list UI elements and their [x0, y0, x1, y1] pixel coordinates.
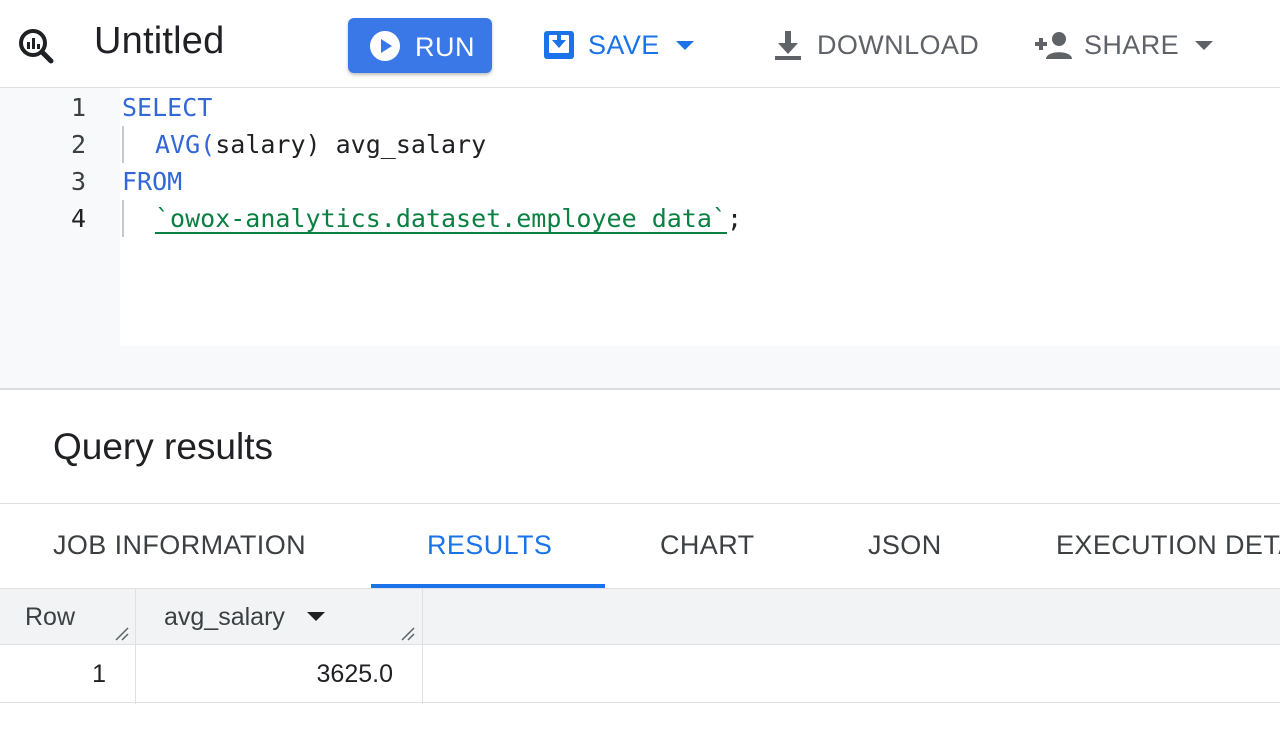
- save-button[interactable]: SAVE: [542, 24, 694, 66]
- toolbar: Untitled RUN SAVE DOWNLOAD SHARE: [0, 0, 1280, 88]
- play-icon: [370, 31, 400, 61]
- tab-chart[interactable]: CHART: [660, 530, 755, 561]
- line-number: 2: [70, 130, 86, 159]
- column-resize-icon[interactable]: [399, 625, 415, 641]
- line-number: 4: [70, 204, 86, 233]
- code-line: 3 FROM: [0, 163, 1280, 200]
- save-icon: [544, 31, 574, 59]
- tab-execution-details[interactable]: EXECUTION DETA: [1056, 530, 1280, 561]
- run-button-label: RUN: [415, 32, 475, 62]
- run-button[interactable]: RUN: [348, 18, 492, 73]
- line-number: 3: [70, 167, 86, 196]
- bigquery-logo-icon: [19, 29, 54, 64]
- query-title[interactable]: Untitled: [94, 20, 224, 63]
- results-heading: Query results: [53, 426, 274, 467]
- results-tabs: JOB INFORMATION RESULTS CHART JSON EXECU…: [0, 503, 1280, 589]
- indent-guide: [122, 200, 124, 237]
- code-text: AVG(salary) avg_salary: [155, 126, 486, 163]
- column-header-avg-salary[interactable]: avg_salary: [164, 589, 325, 645]
- download-button[interactable]: DOWNLOAD: [771, 24, 979, 66]
- table-reference[interactable]: `owox-analytics.dataset.employee_data`: [155, 204, 727, 233]
- code-line: 1 SELECT: [0, 89, 1280, 126]
- table-row: 1 3625.0: [0, 645, 1280, 703]
- column-divider: [422, 589, 423, 704]
- code-line: 4 `owox-analytics.dataset.employee_data`…: [0, 200, 1280, 237]
- tab-json[interactable]: JSON: [868, 530, 942, 561]
- avg-salary-cell: 3625.0: [316, 660, 393, 688]
- code-line: 2 AVG(salary) avg_salary: [0, 126, 1280, 163]
- code-fragment: ;: [726, 204, 743, 233]
- code-text: `owox-analytics.dataset.employee_data`;: [155, 200, 742, 237]
- code-text: FROM: [122, 163, 182, 200]
- line-number: 1: [70, 93, 86, 122]
- tab-results[interactable]: RESULTS: [427, 530, 552, 561]
- share-button-label: SHARE: [1084, 29, 1180, 60]
- table-header: Row avg_salary: [0, 589, 1280, 645]
- sql-editor[interactable]: 1 SELECT 2 AVG(salary) avg_salary 3 FROM…: [0, 88, 1280, 390]
- sql-function: AVG(: [155, 130, 216, 159]
- chevron-down-icon[interactable]: [1195, 40, 1214, 50]
- code-text: SELECT: [122, 89, 212, 126]
- sql-keyword: FROM: [122, 167, 183, 196]
- column-divider: [135, 589, 136, 704]
- code-fragment: salary) avg_salary: [215, 130, 487, 159]
- tab-job-information[interactable]: JOB INFORMATION: [53, 530, 306, 561]
- sort-dropdown-icon[interactable]: [306, 611, 325, 621]
- download-button-label: DOWNLOAD: [817, 29, 980, 60]
- share-button[interactable]: SHARE: [1034, 24, 1214, 66]
- download-icon: [775, 31, 801, 60]
- active-tab-indicator: [371, 584, 605, 588]
- sql-keyword: SELECT: [122, 93, 213, 122]
- indent-guide: [122, 126, 124, 163]
- row-number-cell: 1: [92, 660, 106, 688]
- column-header-label: avg_salary: [164, 603, 285, 631]
- column-header-row[interactable]: Row: [25, 589, 75, 645]
- save-button-label: SAVE: [588, 29, 660, 60]
- add-person-icon: [1035, 32, 1072, 59]
- chevron-down-icon[interactable]: [675, 40, 694, 50]
- column-resize-icon[interactable]: [113, 625, 129, 641]
